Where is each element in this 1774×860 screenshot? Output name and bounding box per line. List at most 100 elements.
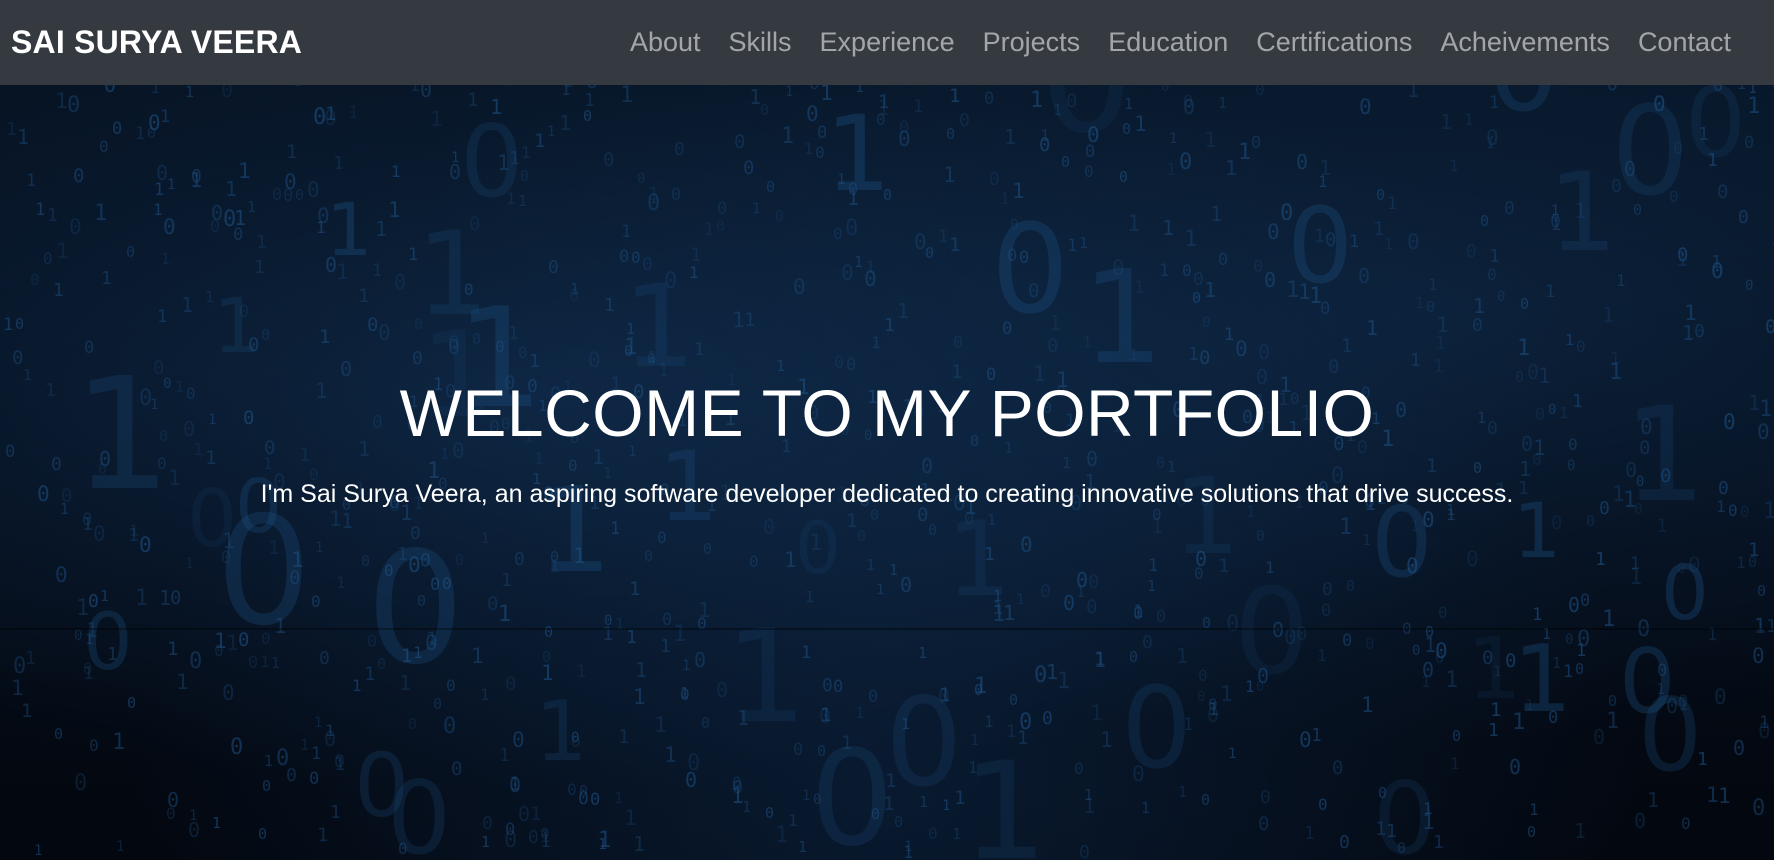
svg-text:1: 1 [17, 125, 29, 149]
svg-text:1: 1 [1436, 313, 1449, 337]
svg-text:1: 1 [889, 561, 898, 579]
svg-text:0: 0 [83, 598, 133, 688]
svg-text:0: 0 [637, 171, 645, 187]
svg-text:1: 1 [112, 730, 125, 755]
svg-text:0: 0 [93, 522, 106, 546]
svg-text:1: 1 [1410, 350, 1421, 371]
svg-text:1: 1 [409, 85, 420, 96]
svg-text:1: 1 [135, 124, 145, 144]
svg-text:0: 0 [1365, 634, 1375, 653]
svg-text:1: 1 [660, 636, 671, 657]
svg-text:1: 1 [34, 843, 42, 859]
svg-text:0: 0 [1435, 649, 1444, 667]
svg-text:0: 0 [1342, 631, 1352, 651]
svg-text:0: 0 [1040, 85, 1134, 166]
nav-link-experience[interactable]: Experience [806, 27, 969, 58]
nav-link-achievements[interactable]: Acheivements [1426, 27, 1624, 58]
svg-text:0: 0 [1358, 264, 1370, 288]
nav-link-skills[interactable]: Skills [715, 27, 806, 58]
nav-link-projects[interactable]: Projects [969, 27, 1095, 58]
svg-text:1: 1 [1204, 278, 1216, 302]
svg-text:1: 1 [804, 140, 813, 158]
svg-text:0: 0 [1577, 627, 1590, 652]
svg-text:1: 1 [1565, 331, 1574, 349]
svg-text:1: 1 [621, 222, 631, 242]
svg-text:1: 1 [949, 234, 960, 256]
svg-text:0: 0 [1634, 809, 1646, 833]
svg-text:1: 1 [1057, 669, 1070, 694]
svg-text:0: 0 [378, 321, 391, 345]
svg-text:0: 0 [765, 804, 774, 822]
svg-text:0: 0 [367, 314, 378, 336]
svg-text:0: 0 [309, 769, 319, 789]
svg-text:0: 0 [261, 326, 270, 344]
svg-text:1: 1 [311, 744, 321, 764]
svg-text:0: 0 [509, 773, 521, 797]
svg-text:0: 0 [894, 813, 903, 831]
svg-text:1: 1 [1426, 455, 1437, 477]
svg-text:1: 1 [314, 715, 322, 731]
brand-logo[interactable]: SAI SURYA VEERA [11, 24, 302, 61]
svg-text:0: 0 [810, 722, 894, 860]
svg-text:0: 0 [258, 825, 267, 843]
svg-text:0: 0 [311, 592, 321, 611]
svg-text:0: 0 [1638, 676, 1702, 794]
svg-text:1: 1 [943, 163, 956, 187]
svg-text:1: 1 [1082, 243, 1164, 393]
svg-text:1: 1 [1004, 125, 1016, 149]
svg-text:0: 0 [846, 355, 856, 375]
svg-text:1: 1 [1210, 202, 1222, 226]
svg-text:1: 1 [1766, 616, 1774, 637]
nav-links: About Skills Experience Projects Educati… [616, 27, 1746, 58]
svg-text:0: 0 [1256, 527, 1265, 545]
svg-text:0: 0 [1009, 691, 1018, 709]
svg-text:0: 0 [211, 201, 223, 225]
nav-link-about[interactable]: About [616, 27, 715, 58]
svg-text:1: 1 [212, 814, 221, 832]
svg-text:1: 1 [731, 784, 744, 808]
svg-text:1: 1 [430, 107, 443, 131]
svg-text:1: 1 [189, 808, 197, 824]
svg-text:1: 1 [135, 586, 148, 611]
svg-text:1: 1 [286, 141, 297, 163]
nav-link-contact[interactable]: Contact [1624, 27, 1746, 58]
svg-text:0: 0 [1576, 337, 1586, 356]
svg-text:0: 0 [674, 139, 685, 160]
svg-text:0: 0 [1199, 347, 1210, 369]
svg-text:0: 0 [841, 261, 854, 285]
svg-text:0: 0 [588, 348, 601, 372]
svg-text:0: 0 [822, 675, 833, 696]
svg-text:1: 1 [1630, 554, 1640, 574]
svg-text:0: 0 [221, 85, 233, 102]
svg-text:1: 1 [1754, 614, 1765, 636]
svg-text:0: 0 [1359, 95, 1372, 119]
nav-link-certifications[interactable]: Certifications [1242, 27, 1426, 58]
svg-text:1: 1 [1548, 149, 1617, 276]
svg-text:0: 0 [1752, 644, 1765, 668]
svg-text:0: 0 [15, 315, 24, 333]
svg-text:1: 1 [329, 507, 342, 531]
svg-text:1: 1 [903, 843, 913, 860]
svg-text:1: 1 [1090, 701, 1103, 725]
svg-text:1: 1 [1748, 85, 1757, 97]
svg-text:1: 1 [336, 573, 346, 592]
svg-text:1: 1 [238, 159, 251, 183]
svg-text:1: 1 [694, 340, 704, 360]
svg-text:1: 1 [25, 648, 36, 669]
svg-text:0: 0 [1567, 458, 1575, 474]
svg-text:1: 1 [11, 676, 24, 700]
svg-text:0: 0 [567, 780, 577, 799]
svg-text:0: 0 [387, 759, 451, 860]
svg-text:0: 0 [276, 746, 289, 771]
navbar: SAI SURYA VEERA About Skills Experience … [0, 0, 1774, 85]
svg-text:1: 1 [654, 713, 667, 737]
nav-link-education[interactable]: Education [1094, 27, 1242, 58]
svg-text:0: 0 [1376, 186, 1385, 204]
svg-text:0: 0 [1661, 549, 1709, 637]
svg-text:1: 1 [788, 811, 798, 830]
svg-text:1: 1 [1016, 592, 1024, 608]
svg-text:0: 0 [716, 217, 725, 235]
svg-text:0: 0 [67, 93, 80, 118]
svg-text:1: 1 [618, 726, 629, 748]
svg-text:1: 1 [1362, 531, 1371, 549]
